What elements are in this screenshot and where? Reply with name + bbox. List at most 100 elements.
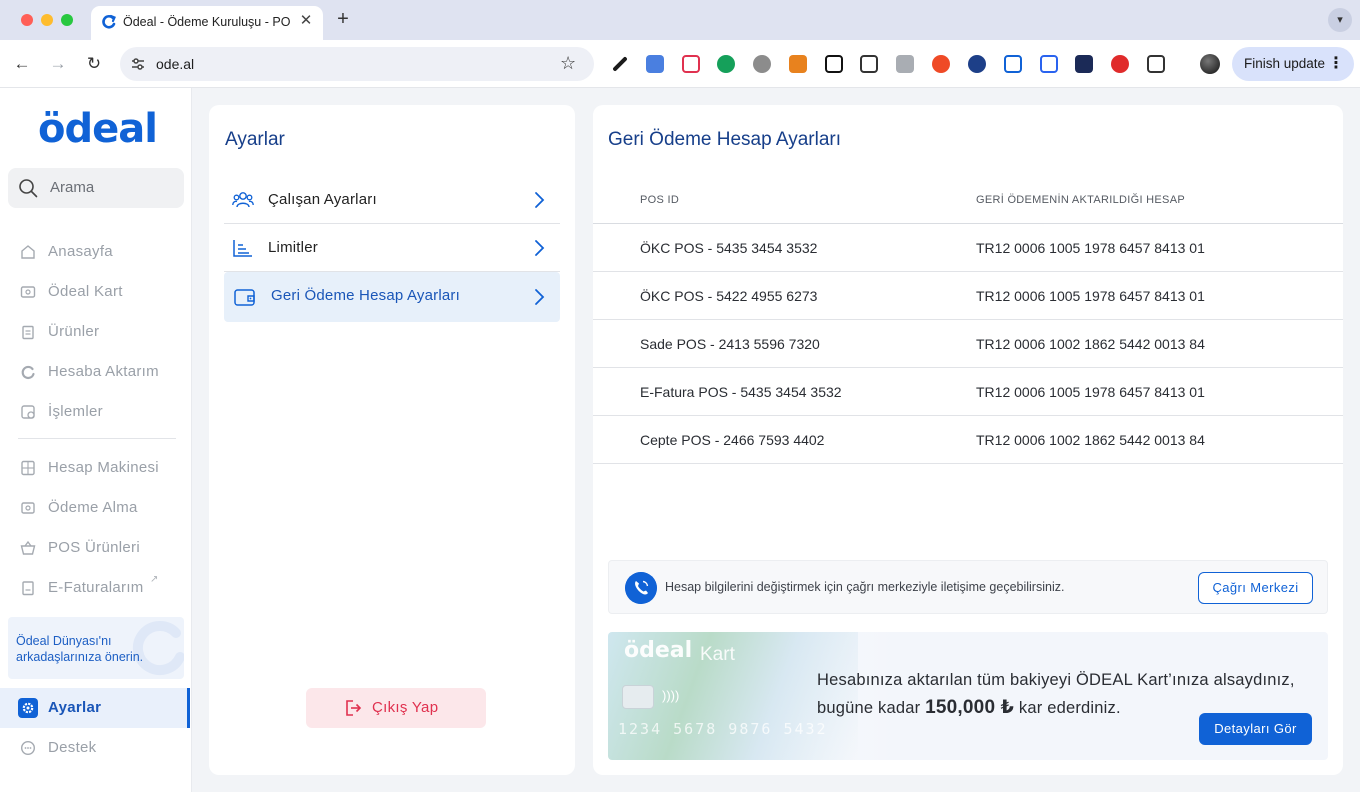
contactless-icon: )))) bbox=[662, 688, 680, 703]
account-cell: TR12 0006 1005 1978 6457 8413 01 bbox=[976, 288, 1205, 304]
settings-item-geri-odeme-hesap-ayarlari[interactable]: Geri Ödeme Hesap Ayarları bbox=[224, 272, 560, 322]
maximize-window-button[interactable] bbox=[61, 14, 73, 26]
browser-tab-bar: Ödeal - Ödeme Kuruluşu - PO ✕ + ▾ bbox=[0, 0, 1360, 40]
external-link-icon: ↗ bbox=[150, 574, 159, 585]
sidebar-item-ayarlar[interactable]: Ayarlar bbox=[0, 688, 190, 728]
table-row: Sade POS - 2413 5596 7320 TR12 0006 1002… bbox=[593, 320, 1343, 368]
gear-icon bbox=[18, 698, 38, 718]
minimize-window-button[interactable] bbox=[41, 14, 53, 26]
sidebar-item-odeal-kart[interactable]: Ödeal Kart bbox=[0, 272, 190, 312]
settings-item-limitler[interactable]: Limitler bbox=[224, 224, 560, 272]
odeal-favicon-icon bbox=[102, 14, 116, 29]
sidebar-item-islemler[interactable]: İşlemler bbox=[0, 392, 190, 432]
call-center-text: Hesap bilgilerini değiştirmek için çağrı… bbox=[665, 580, 1065, 594]
main-panel: Geri Ödeme Hesap Ayarları POS ID GERİ ÖD… bbox=[593, 105, 1343, 775]
site-settings-icon[interactable] bbox=[130, 56, 146, 72]
notion-extension-icon[interactable] bbox=[825, 55, 843, 73]
screenshot-extension-icon[interactable] bbox=[860, 55, 878, 73]
sidebar-item-label: Ürünler bbox=[48, 323, 100, 340]
settings-item-calisan-ayarlari[interactable]: Çalışan Ayarları bbox=[224, 176, 560, 224]
sidebar-item-label: Anasayfa bbox=[48, 243, 113, 260]
plus-extension-icon[interactable] bbox=[932, 55, 950, 73]
basket-icon bbox=[20, 540, 36, 555]
odeal-logo[interactable]: ödeal bbox=[38, 106, 158, 152]
puzzle-extensions-icon[interactable] bbox=[1147, 55, 1165, 73]
address-bar[interactable]: ode.al ☆ bbox=[120, 47, 594, 81]
new-tab-button[interactable]: + bbox=[333, 9, 353, 29]
settings-item-label: Limitler bbox=[268, 239, 318, 256]
tab-search-button[interactable]: ▾ bbox=[1328, 8, 1352, 32]
browser-toolbar: ← → ↻ ode.al ☆ Finish update ⋮ bbox=[0, 40, 1360, 88]
sidebar-item-pos-urunleri[interactable]: POS Ürünleri bbox=[0, 528, 190, 568]
clipboard-icon bbox=[22, 325, 34, 340]
pos-id-cell: ÖKC POS - 5422 4955 6273 bbox=[640, 288, 818, 304]
settings-item-label: Çalışan Ayarları bbox=[268, 191, 377, 208]
gear-extension-icon[interactable] bbox=[753, 55, 771, 73]
logout-button[interactable]: Çıkış Yap bbox=[306, 688, 486, 728]
account-cell: TR12 0006 1005 1978 6457 8413 01 bbox=[976, 384, 1205, 400]
bookmark-star-icon[interactable]: ☆ bbox=[560, 53, 576, 74]
account-cell: TR12 0006 1002 1862 5442 0013 84 bbox=[976, 336, 1205, 352]
tab-close-icon[interactable]: ✕ bbox=[297, 12, 315, 30]
close-window-button[interactable] bbox=[21, 14, 33, 26]
video-extension-icon[interactable] bbox=[1075, 55, 1093, 73]
sidebar-item-hesap-makinesi[interactable]: Hesap Makinesi bbox=[0, 448, 190, 488]
finish-update-button[interactable]: Finish update ⋮ bbox=[1232, 47, 1354, 81]
search-input[interactable]: Arama bbox=[8, 168, 184, 208]
sidebar-item-label: Hesap Makinesi bbox=[48, 459, 159, 476]
sidebar-item-label: Destek bbox=[48, 739, 97, 756]
wallet-icon bbox=[234, 289, 255, 306]
chart-list-icon bbox=[233, 240, 252, 257]
metamask-extension-icon[interactable] bbox=[789, 55, 807, 73]
browser-tab[interactable]: Ödeal - Ödeme Kuruluşu - PO ✕ bbox=[91, 6, 323, 40]
transactions-icon bbox=[21, 405, 35, 419]
settings-title: Ayarlar bbox=[225, 129, 285, 150]
globe-extension-icon[interactable] bbox=[968, 55, 986, 73]
active-indicator bbox=[187, 688, 190, 728]
grammarly-extension-icon[interactable] bbox=[717, 55, 735, 73]
sidebar-item-label: POS Ürünleri bbox=[48, 539, 140, 556]
pinterest-extension-icon[interactable] bbox=[1111, 55, 1129, 73]
card-kart-label: Kart bbox=[700, 644, 735, 665]
table-row: ÖKC POS - 5435 3454 3532 TR12 0006 1005 … bbox=[593, 224, 1343, 272]
sidebar-item-label: Hesaba Aktarım bbox=[48, 363, 159, 380]
column-header-pos-id: POS ID bbox=[640, 194, 680, 206]
logout-label: Çıkış Yap bbox=[372, 699, 439, 716]
camera-extension-icon[interactable] bbox=[896, 55, 914, 73]
window-extension-icon[interactable] bbox=[1004, 55, 1022, 73]
sidebar-item-destek[interactable]: Destek bbox=[0, 728, 190, 768]
translate-extension-icon[interactable] bbox=[646, 55, 664, 73]
eyedropper-extension-icon[interactable] bbox=[612, 56, 628, 72]
sidebar-item-hesaba-aktarim[interactable]: Hesaba Aktarım bbox=[0, 352, 190, 392]
finish-update-label: Finish update bbox=[1244, 56, 1326, 71]
settings-item-label: Geri Ödeme Hesap Ayarları bbox=[271, 287, 460, 304]
account-cell: TR12 0006 1005 1978 6457 8413 01 bbox=[976, 240, 1205, 256]
sidebar-item-e-faturalarim[interactable]: E-Faturalarım ↗ bbox=[0, 568, 190, 608]
pocket-extension-icon[interactable] bbox=[682, 55, 700, 73]
sidebar-item-label: E-Faturalarım bbox=[48, 579, 144, 596]
details-button[interactable]: Detayları Gör bbox=[1199, 713, 1312, 745]
table-header: POS ID GERİ ÖDEMENİN AKTARILDIĞI HESAP bbox=[593, 177, 1343, 224]
phone-icon bbox=[625, 572, 657, 604]
call-center-button[interactable]: Çağrı Merkezi bbox=[1198, 572, 1313, 604]
back-arrow-icon[interactable]: ← bbox=[11, 53, 33, 75]
column-header-account: GERİ ÖDEMENİN AKTARILDIĞI HESAP bbox=[976, 194, 1185, 206]
card-icon bbox=[20, 286, 36, 298]
table-row: ÖKC POS - 5422 4955 6273 TR12 0006 1005 … bbox=[593, 272, 1343, 320]
card-number: 1234 5678 9876 5432 bbox=[618, 720, 828, 738]
sidebar-item-odeme-alma[interactable]: Ödeme Alma bbox=[0, 488, 190, 528]
forward-arrow-icon[interactable]: → bbox=[47, 53, 69, 75]
sidebar-item-anasayfa[interactable]: Anasayfa bbox=[0, 232, 190, 272]
card-chip-icon bbox=[622, 685, 654, 709]
sidebar-item-urunler[interactable]: Ürünler bbox=[0, 312, 190, 352]
more-vert-icon: ⋮ bbox=[1328, 55, 1344, 72]
promo-card[interactable]: Ödeal Dünyası'nı arkadaşlarınıza önerin. bbox=[8, 617, 184, 679]
search-icon bbox=[19, 179, 38, 198]
home-icon bbox=[21, 245, 35, 259]
reload-icon[interactable]: ↻ bbox=[83, 53, 105, 75]
banner-amount: 150,000 ₺ bbox=[925, 697, 1015, 718]
chat-icon bbox=[20, 740, 36, 756]
crop-extension-icon[interactable] bbox=[1040, 55, 1058, 73]
profile-avatar[interactable] bbox=[1200, 54, 1220, 74]
sidebar-item-label: Ödeme Alma bbox=[48, 499, 138, 516]
